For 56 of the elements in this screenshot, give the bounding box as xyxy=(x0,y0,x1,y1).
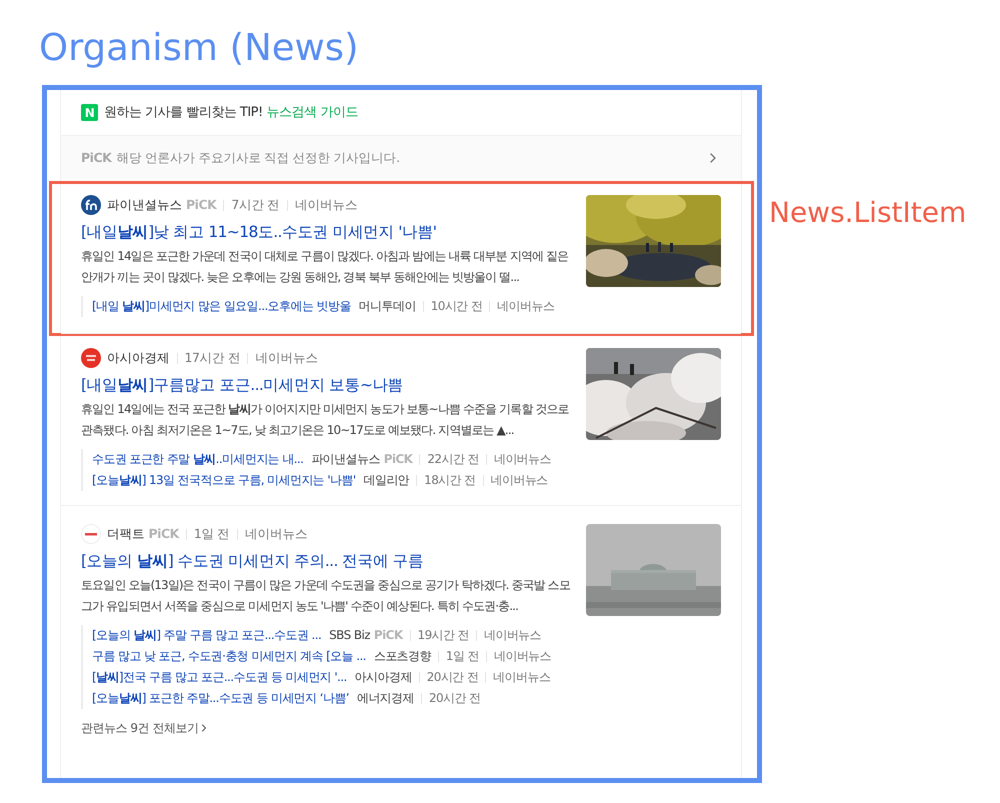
pick-label: PiCK xyxy=(374,627,403,644)
portal-link[interactable]: 네이버뉴스 xyxy=(244,524,308,544)
portal-link[interactable]: 네이버뉴스 xyxy=(494,449,551,470)
portal-link[interactable]: 네이버뉴스 xyxy=(494,646,551,667)
pick-label: PiCK xyxy=(384,451,412,468)
press-name[interactable]: 더팩트 xyxy=(107,524,144,544)
portal-link[interactable]: 네이버뉴스 xyxy=(255,348,318,368)
annotation-label: News.ListItem xyxy=(769,195,966,231)
pick-notice-text: 해당 언론사가 주요기사로 직접 선정한 기사입니다. xyxy=(116,148,400,167)
time-text: 17시간 전 xyxy=(184,349,240,367)
related-link[interactable]: [오늘날씨] 포근한 주말...수도권 등 미세먼지 ‘나쁨’ xyxy=(92,688,349,709)
time-text: 18시간 전 xyxy=(424,472,476,489)
press-name: 스포츠경향 xyxy=(374,648,431,665)
portal-link[interactable]: 네이버뉴스 xyxy=(484,625,542,646)
press-name: 에너지경제 xyxy=(356,690,414,707)
related-link[interactable]: [내일 날씨]미세먼지 많은 일요일...오후에는 빗방울 xyxy=(92,296,351,317)
article-title[interactable]: [내일날씨]낮 최고 11~18도..수도권 미세먼지 '나쁨' xyxy=(81,221,572,243)
portal-link[interactable]: 네이버뉴스 xyxy=(294,195,358,215)
press-name: 아시아경제 xyxy=(354,669,412,686)
related-link[interactable]: [오늘날씨] 13일 전국적으로 구름, 미세먼지는 '나쁨' xyxy=(92,470,356,491)
more-news-link[interactable]: 관련뉴스 9건 전체보기 xyxy=(81,719,210,737)
article-snippet: 휴일인 14일은 포근한 가운데 전국이 대체로 구름이 많겠다. 아침과 밤에는 내륙 대부분 지역에 짙은 안개가 끼는 곳이 많겠다. 늦은 오후에는 강원 동해안, 경북 북부 동해안에는 빗방울이 떨... xyxy=(81,248,570,286)
time-text: 19시간 전 xyxy=(418,627,470,644)
related-link[interactable]: 구름 많고 낮 포근, 수도권·충청 미세먼지 계속 [오늘 ... xyxy=(92,646,366,667)
time-text: 1일 전 xyxy=(446,648,479,665)
press-name: 데일리안 xyxy=(364,472,410,489)
naver-logo-icon: N xyxy=(81,104,98,121)
time-text: 20시간 전 xyxy=(428,690,480,707)
portal-link[interactable]: 네이버뉴스 xyxy=(493,667,550,688)
time-text: 20시간 전 xyxy=(426,669,478,686)
pick-label: PiCK xyxy=(81,148,112,167)
related-link[interactable]: 수도권 포근한 주말 날씨..미세먼지는 내... xyxy=(92,449,304,470)
pick-label: PiCK xyxy=(186,196,216,214)
tip-text: 원하는 기사를 빨리찾는 TIP! xyxy=(104,104,263,122)
press-name[interactable]: 파이낸셜뉴스 xyxy=(107,195,182,215)
page-title: Organism (News) xyxy=(39,25,360,71)
article-snippet: 토요일인 오늘(13일)은 전국이 구름이 많은 가운데 수도권을 중심으로 공기가 탁하겠다. 중국발 스모그가 유입되면서 서쪽을 중심으로 미세먼지 농도 '나쁨' 수준이 예상된다. 특히 수도권·충... xyxy=(81,577,572,615)
press-name: 파이낸셜뉴스 xyxy=(311,451,380,468)
related-link[interactable]: [오늘의 날씨] 주말 구름 많고 포근...수도권 ... xyxy=(92,625,322,646)
portal-link[interactable]: 네이버뉴스 xyxy=(497,296,554,317)
press-logo-icon xyxy=(81,195,101,215)
time-text: 1일 전 xyxy=(194,525,230,543)
article-title[interactable]: [오늘의 날씨] 수도권 미세먼지 주의... 전국에 구름 xyxy=(81,550,572,572)
article-snippet: 휴일인 14일에는 전국 포근한 날씨가 이어지지만 미세먼지 농도가 보통~나쁨 수준을 기록할 것으로 관측됐다. 아침 최저기온은 1~7도, 낮 최고기온은 10~17도로 예보됐다. 지역별로는 ▲... xyxy=(81,401,570,439)
press-logo-icon xyxy=(81,524,101,544)
article-title[interactable]: [내일날씨]구름많고 포근...미세먼지 보통~나쁨 xyxy=(81,374,572,396)
press-name[interactable]: 아시아경제 xyxy=(107,348,170,368)
press-name: SBS Biz xyxy=(329,627,370,644)
related-link[interactable]: [날씨]전국 구름 많고 포근...수도권 등 미세먼지 '... xyxy=(92,667,347,688)
time-text: 22시간 전 xyxy=(427,451,479,468)
time-text: 7시간 전 xyxy=(231,196,280,214)
press-name: 머니투데이 xyxy=(358,298,416,315)
press-logo-icon xyxy=(81,348,101,368)
time-text: 10시간 전 xyxy=(430,298,482,315)
pick-label: PiCK xyxy=(148,525,179,543)
portal-link[interactable]: 네이버뉴스 xyxy=(490,470,548,491)
